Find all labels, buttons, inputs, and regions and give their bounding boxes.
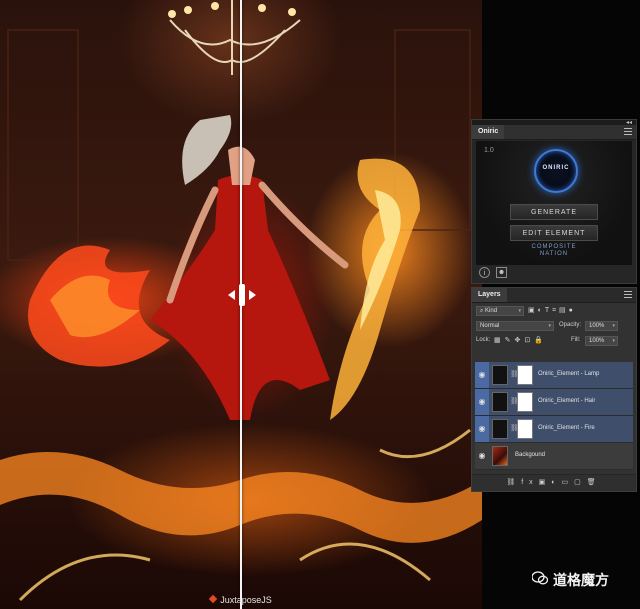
oniric-logo-text: ONIRIC <box>542 165 570 171</box>
chevron-down-icon: ▾ <box>518 308 521 314</box>
opacity-field[interactable]: 100% ▾ <box>585 321 618 331</box>
oniric-panel: ◂◂ Oniric 1.0 ONIRIC GENERATE EDIT ELEME… <box>471 119 637 284</box>
layer-thumbnail <box>492 392 508 412</box>
lock-fill-row: Lock: ▦✎✥⊡🔒 Fill: 100% ▾ <box>472 333 636 348</box>
eye-icon[interactable]: ◉ <box>475 389 489 415</box>
blend-mode-select[interactable]: Normal ▾ <box>476 321 554 331</box>
wechat-icon <box>532 571 548 585</box>
layer-name: Oniric_Element - Lamp <box>538 371 600 377</box>
brand-line-2: NATION <box>539 251 569 257</box>
layer-mask-thumbnail[interactable] <box>517 365 533 385</box>
layer-mask-thumbnail[interactable] <box>517 392 533 412</box>
lock-icons[interactable]: ▦✎✥⊡🔒 <box>494 336 547 344</box>
handle-grip <box>239 284 245 306</box>
layer-thumbnail <box>492 365 508 385</box>
tab-layers[interactable]: Layers <box>472 288 507 302</box>
layers-footer-toolbar[interactable]: ⛓fx▣◐▭▢🗑 <box>472 474 636 491</box>
layer-name: Oniric_Element - Fire <box>538 425 595 431</box>
juxtapose-credit[interactable]: JuxtaposeJS <box>0 594 482 605</box>
blend-opacity-row: Normal ▾ Opacity: 100% ▾ <box>472 318 636 333</box>
composite-nation-brand: COMPOSITE NATION <box>476 244 632 258</box>
layer-filter-icons[interactable]: ▣◐T⌗▤● <box>528 306 576 316</box>
layer-thumbnail <box>492 419 508 439</box>
layer-row[interactable]: ◉ ⛓ Oniric_Element - Lamp <box>475 362 633 389</box>
chandelier-illustration <box>168 0 301 75</box>
juxtapose-logo-icon <box>208 594 218 604</box>
layer-mask-thumbnail[interactable] <box>517 419 533 439</box>
info-icon[interactable]: i <box>479 267 490 278</box>
layers-tab-bar: Layers <box>472 288 636 303</box>
opacity-label: Opacity: <box>559 322 582 328</box>
eye-icon[interactable]: ◉ <box>475 362 489 388</box>
layer-row[interactable]: ◉ ⛓ Oniric_Element - Fire <box>475 416 633 443</box>
before-after-artwork: JuxtaposeJS <box>0 0 482 609</box>
filter-kind-select[interactable]: ⌕ Kind ▾ <box>476 306 524 316</box>
layer-name: Oniric_Element - Hair <box>538 398 596 404</box>
chevron-down-icon: ▾ <box>548 323 551 329</box>
credit-text: JuxtaposeJS <box>220 595 272 605</box>
layer-row[interactable]: ◉ ⛓ Oniric_Element - Hair <box>475 389 633 416</box>
oniric-plugin-body: 1.0 ONIRIC GENERATE EDIT ELEMENT COMPOSI… <box>476 141 632 265</box>
brand-line-1: COMPOSITE <box>531 244 577 250</box>
oniric-footer: i ☻ <box>476 267 632 281</box>
layers-panel: Layers ⌕ Kind ▾ ▣◐T⌗▤● Normal ▾ Opacity: 1… <box>471 287 637 492</box>
filter-kind-value: Kind <box>485 308 498 314</box>
layer-filter-row: ⌕ Kind ▾ ▣◐T⌗▤● <box>472 303 636 318</box>
layer-list: ◉ ⛓ Oniric_Element - Lamp ◉ ⛓ Oniric_Ele… <box>475 362 633 470</box>
watermark-text: 道格魔方 <box>553 573 609 589</box>
comparison-slider-handle[interactable] <box>228 284 256 306</box>
oniric-version: 1.0 <box>484 147 494 154</box>
edit-element-button[interactable]: EDIT ELEMENT <box>510 225 598 241</box>
mascot-icon[interactable]: ☻ <box>496 267 507 278</box>
oniric-tab-bar: Oniric <box>472 125 636 140</box>
layers-menu-icon[interactable] <box>624 291 632 299</box>
chevron-down-icon: ▾ <box>612 338 615 344</box>
opacity-value: 100% <box>589 323 605 329</box>
layer-thumbnail <box>492 446 508 466</box>
fill-value: 100% <box>589 338 605 344</box>
tab-oniric[interactable]: Oniric <box>472 125 505 139</box>
blend-mode-value: Normal <box>480 323 500 329</box>
lock-label: Lock: <box>476 337 491 343</box>
oniric-logo: ONIRIC <box>534 149 578 193</box>
layer-name: Backgound <box>515 452 546 458</box>
eye-icon[interactable]: ◉ <box>475 443 489 469</box>
generate-button[interactable]: GENERATE <box>510 204 598 220</box>
fill-field[interactable]: 100% ▾ <box>585 336 618 346</box>
chevron-down-icon: ▾ <box>612 323 615 329</box>
fill-label: Fill: <box>571 337 581 343</box>
arrow-right-icon <box>249 290 256 300</box>
arrow-left-icon <box>228 290 235 300</box>
eye-icon[interactable]: ◉ <box>475 416 489 442</box>
layer-row-background[interactable]: ◉ Backgound <box>475 443 633 470</box>
panel-menu-icon[interactable] <box>624 128 632 136</box>
